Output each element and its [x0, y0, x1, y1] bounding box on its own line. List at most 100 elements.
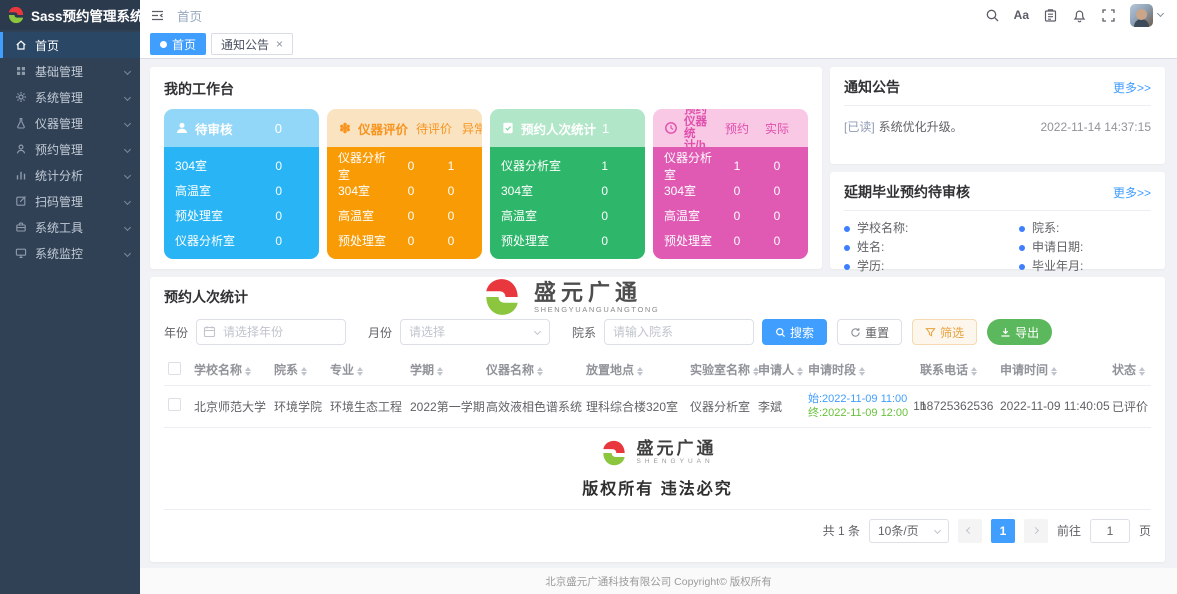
sidebar-item-monitor[interactable]: 系统监控	[0, 240, 140, 266]
goto-label: 前往	[1057, 522, 1081, 539]
sort-icon	[1139, 367, 1145, 376]
prev-page-button[interactable]	[958, 519, 982, 543]
sort-icon	[437, 367, 443, 376]
breadcrumb[interactable]: 首页	[177, 6, 202, 25]
col-instrument[interactable]: 仪器名称	[482, 355, 582, 385]
col-status[interactable]: 状态	[1108, 355, 1151, 385]
sort-icon	[859, 367, 865, 376]
list-item: 学历:	[844, 257, 1019, 276]
avatar[interactable]	[1130, 4, 1153, 27]
col-period[interactable]: 申请时段	[804, 355, 916, 385]
page-footer: 北京盛元广通科技有限公司 Copyright© 版权所有	[140, 568, 1177, 594]
graduation-more-link[interactable]: 更多>>	[1113, 184, 1151, 201]
notice-item[interactable]: [已读] 系统优化升级。 2022-11-14 14:37:15	[844, 118, 1151, 135]
filter-button[interactable]: 筛选	[912, 319, 977, 345]
total-count: 共 1 条	[823, 522, 860, 539]
notice-time: 2022-11-14 14:37:15	[1040, 120, 1151, 134]
col-apply-time[interactable]: 申请时间	[996, 355, 1108, 385]
sort-icon	[637, 367, 643, 376]
notice-title: 通知公告	[844, 77, 900, 97]
list-item: 申请日期:	[1019, 238, 1083, 257]
font-size-icon[interactable]: Aa	[1014, 8, 1029, 22]
chevron-down-icon	[124, 67, 131, 74]
reset-button[interactable]: 重置	[837, 319, 902, 345]
sort-icon	[245, 367, 251, 376]
col-phone[interactable]: 联系电话	[916, 355, 996, 385]
brand-s-icon	[599, 438, 629, 468]
gear-icon	[15, 91, 27, 103]
page-content: 我的工作台 待审核 0 304室0 高温室0 预处理室0	[140, 59, 1177, 568]
col-dept[interactable]: 院系	[270, 355, 326, 385]
page-number-1[interactable]: 1	[991, 519, 1015, 543]
row-checkbox[interactable]	[164, 385, 190, 427]
col-lab[interactable]: 实验室名称	[686, 355, 754, 385]
sidebar-item-instrument[interactable]: 仪器管理	[0, 110, 140, 136]
copyright-slogan: 版权所有 违法必究	[582, 475, 732, 499]
calendar-icon	[203, 325, 216, 338]
next-page-button[interactable]	[1024, 519, 1048, 543]
sort-icon	[357, 367, 363, 376]
card-row: 仪器分析室1	[501, 153, 634, 178]
sidebar-item-tools[interactable]: 系统工具	[0, 214, 140, 240]
card-row: 高温室0	[501, 203, 634, 228]
clipboard-icon[interactable]	[1043, 8, 1058, 23]
sidebar-item-basic[interactable]: 基础管理	[0, 58, 140, 84]
card-pending-review: 待审核 0 304室0 高温室0 预处理室0 仪器分析室0	[164, 109, 319, 259]
scan-icon	[15, 195, 27, 207]
brand-s-icon	[6, 5, 26, 25]
tab-notice[interactable]: 通知公告 ×	[211, 33, 293, 55]
col-major[interactable]: 专业	[326, 355, 406, 385]
select-all-checkbox[interactable]	[164, 355, 190, 385]
close-icon[interactable]: ×	[276, 37, 283, 51]
bullet-icon	[844, 264, 850, 270]
graduation-title: 延期毕业预约待审核	[844, 182, 970, 202]
chevron-down-icon	[124, 145, 131, 152]
bell-icon[interactable]	[1072, 8, 1087, 23]
chevron-right-icon	[1032, 527, 1039, 534]
chevron-left-icon	[966, 527, 973, 534]
col-location[interactable]: 放置地点	[582, 355, 686, 385]
export-button[interactable]: 导出	[987, 319, 1052, 345]
goto-page-input[interactable]	[1090, 519, 1130, 543]
toolbox-icon	[15, 221, 27, 233]
monitor-icon	[15, 247, 27, 259]
chevron-down-icon	[124, 249, 131, 256]
sidebar-item-system[interactable]: 系统管理	[0, 84, 140, 110]
filter-bar: 年份 月份 院系 搜索	[164, 319, 1151, 345]
card-row: 高温室00	[664, 203, 797, 228]
dept-input[interactable]	[604, 319, 754, 345]
month-label: 月份	[368, 324, 392, 341]
download-icon	[1000, 327, 1011, 338]
tab-bar: 首页 通知公告 ×	[140, 30, 1177, 59]
page-size-select[interactable]: 10条/页	[869, 519, 949, 543]
card-row: 304室00	[338, 178, 471, 203]
col-school[interactable]: 学校名称	[190, 355, 270, 385]
app-root: Sass预约管理系统 首页 基础管理 系统管理 仪器管理 预约管理	[0, 0, 1177, 594]
bullet-icon	[1019, 264, 1025, 270]
sidebar-item-home[interactable]: 首页	[0, 32, 140, 58]
pagination: 共 1 条 10条/页 1 前往 页	[164, 509, 1151, 543]
fullscreen-icon[interactable]	[1101, 8, 1116, 23]
sort-icon	[301, 367, 307, 376]
sidebar-item-reservation[interactable]: 预约管理	[0, 136, 140, 162]
collapse-menu-icon[interactable]	[150, 8, 165, 23]
user-menu[interactable]	[1130, 4, 1163, 27]
company-copyright: 北京盛元广通科技有限公司 Copyright© 版权所有	[545, 574, 772, 589]
workbench-panel: 我的工作台 待审核 0 304室0 高温室0 预处理室0	[150, 67, 822, 269]
card-row: 预处理室00	[664, 228, 797, 253]
search-icon[interactable]	[985, 8, 1000, 23]
col-applicant[interactable]: 申请人	[754, 355, 804, 385]
sidebar-item-scan[interactable]: 扫码管理	[0, 188, 140, 214]
sidebar-item-analytics[interactable]: 统计分析	[0, 162, 140, 188]
card-row: 304室0	[501, 178, 634, 203]
notice-more-link[interactable]: 更多>>	[1113, 79, 1151, 96]
period-cell: 始:2022-11-09 11:00 终:2022-11-09 12:00 1h	[808, 392, 912, 420]
search-button[interactable]: 搜索	[762, 319, 827, 345]
sort-icon	[1051, 367, 1057, 376]
main-area: 首页 Aa 首页 通知公告 ×	[140, 0, 1177, 594]
month-select[interactable]	[400, 319, 550, 345]
year-input[interactable]	[196, 319, 346, 345]
tab-home[interactable]: 首页	[150, 33, 206, 55]
col-term[interactable]: 学期	[406, 355, 482, 385]
stats-panel: 盛元广通 SHENGYUANGUANGTONG 预约人次统计 年份 月份	[150, 277, 1165, 562]
